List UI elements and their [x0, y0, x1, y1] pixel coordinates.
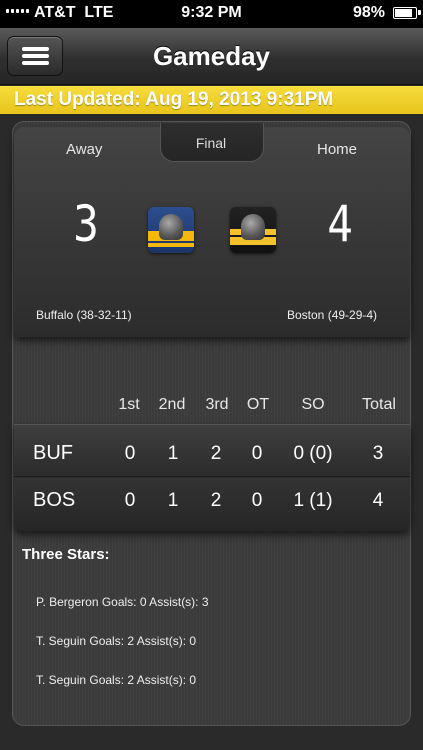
home-label: Home [317, 141, 358, 158]
table-cell: 4 [372, 490, 384, 511]
table-cell: 2 [210, 443, 222, 464]
header-1st: 1st [118, 396, 140, 413]
last-updated-banner: Last Updated: Aug 19, 2013 9:31PM [0, 86, 423, 114]
list-item: T. Seguin Goals: 2 Assist(s): 0 [36, 634, 197, 648]
table-cell: 3 [372, 443, 384, 464]
nav-bar: Gameday [0, 28, 423, 85]
game-status: Final [195, 135, 227, 151]
table-row-team: BOS [33, 489, 76, 511]
row-divider [14, 476, 410, 477]
battery-percent: 98% [352, 4, 385, 21]
away-score: 3 [73, 195, 99, 253]
table-cell: 0 [251, 490, 263, 511]
table-cell: 1 [167, 490, 179, 511]
table-cell: 0 [124, 443, 136, 464]
table-cell: 0 (0) [293, 443, 333, 464]
home-team-record: Boston (49-29-4) [287, 308, 378, 322]
page-title: Gameday [152, 41, 271, 71]
three-stars-title: Three Stars: [22, 546, 110, 563]
battery-icon [393, 7, 421, 19]
header-ot: OT [246, 396, 270, 413]
away-team-record: Buffalo (38-32-11) [36, 308, 132, 322]
home-score: 4 [327, 195, 353, 253]
buffalo-logo-icon [148, 207, 194, 253]
table-row-team: BUF [33, 442, 73, 464]
table-cell: 2 [210, 490, 222, 511]
header-2nd: 2nd [158, 396, 186, 413]
table-cell: 0 [251, 443, 263, 464]
status-bar: AT&T LTE 9:32 PM 98% [0, 0, 423, 28]
header-3rd: 3rd [205, 396, 229, 413]
list-item: P. Bergeron Goals: 0 Assist(s): 3 [36, 595, 209, 609]
box-score-table [14, 424, 410, 531]
table-cell: 1 [167, 443, 179, 464]
table-cell: 0 [124, 490, 136, 511]
list-item: T. Seguin Goals: 2 Assist(s): 0 [36, 673, 197, 687]
away-label: Away [66, 141, 103, 158]
table-cell: 1 (1) [293, 490, 333, 511]
boston-logo-icon [230, 207, 276, 253]
header-so: SO [301, 396, 325, 413]
header-total: Total [362, 396, 396, 413]
